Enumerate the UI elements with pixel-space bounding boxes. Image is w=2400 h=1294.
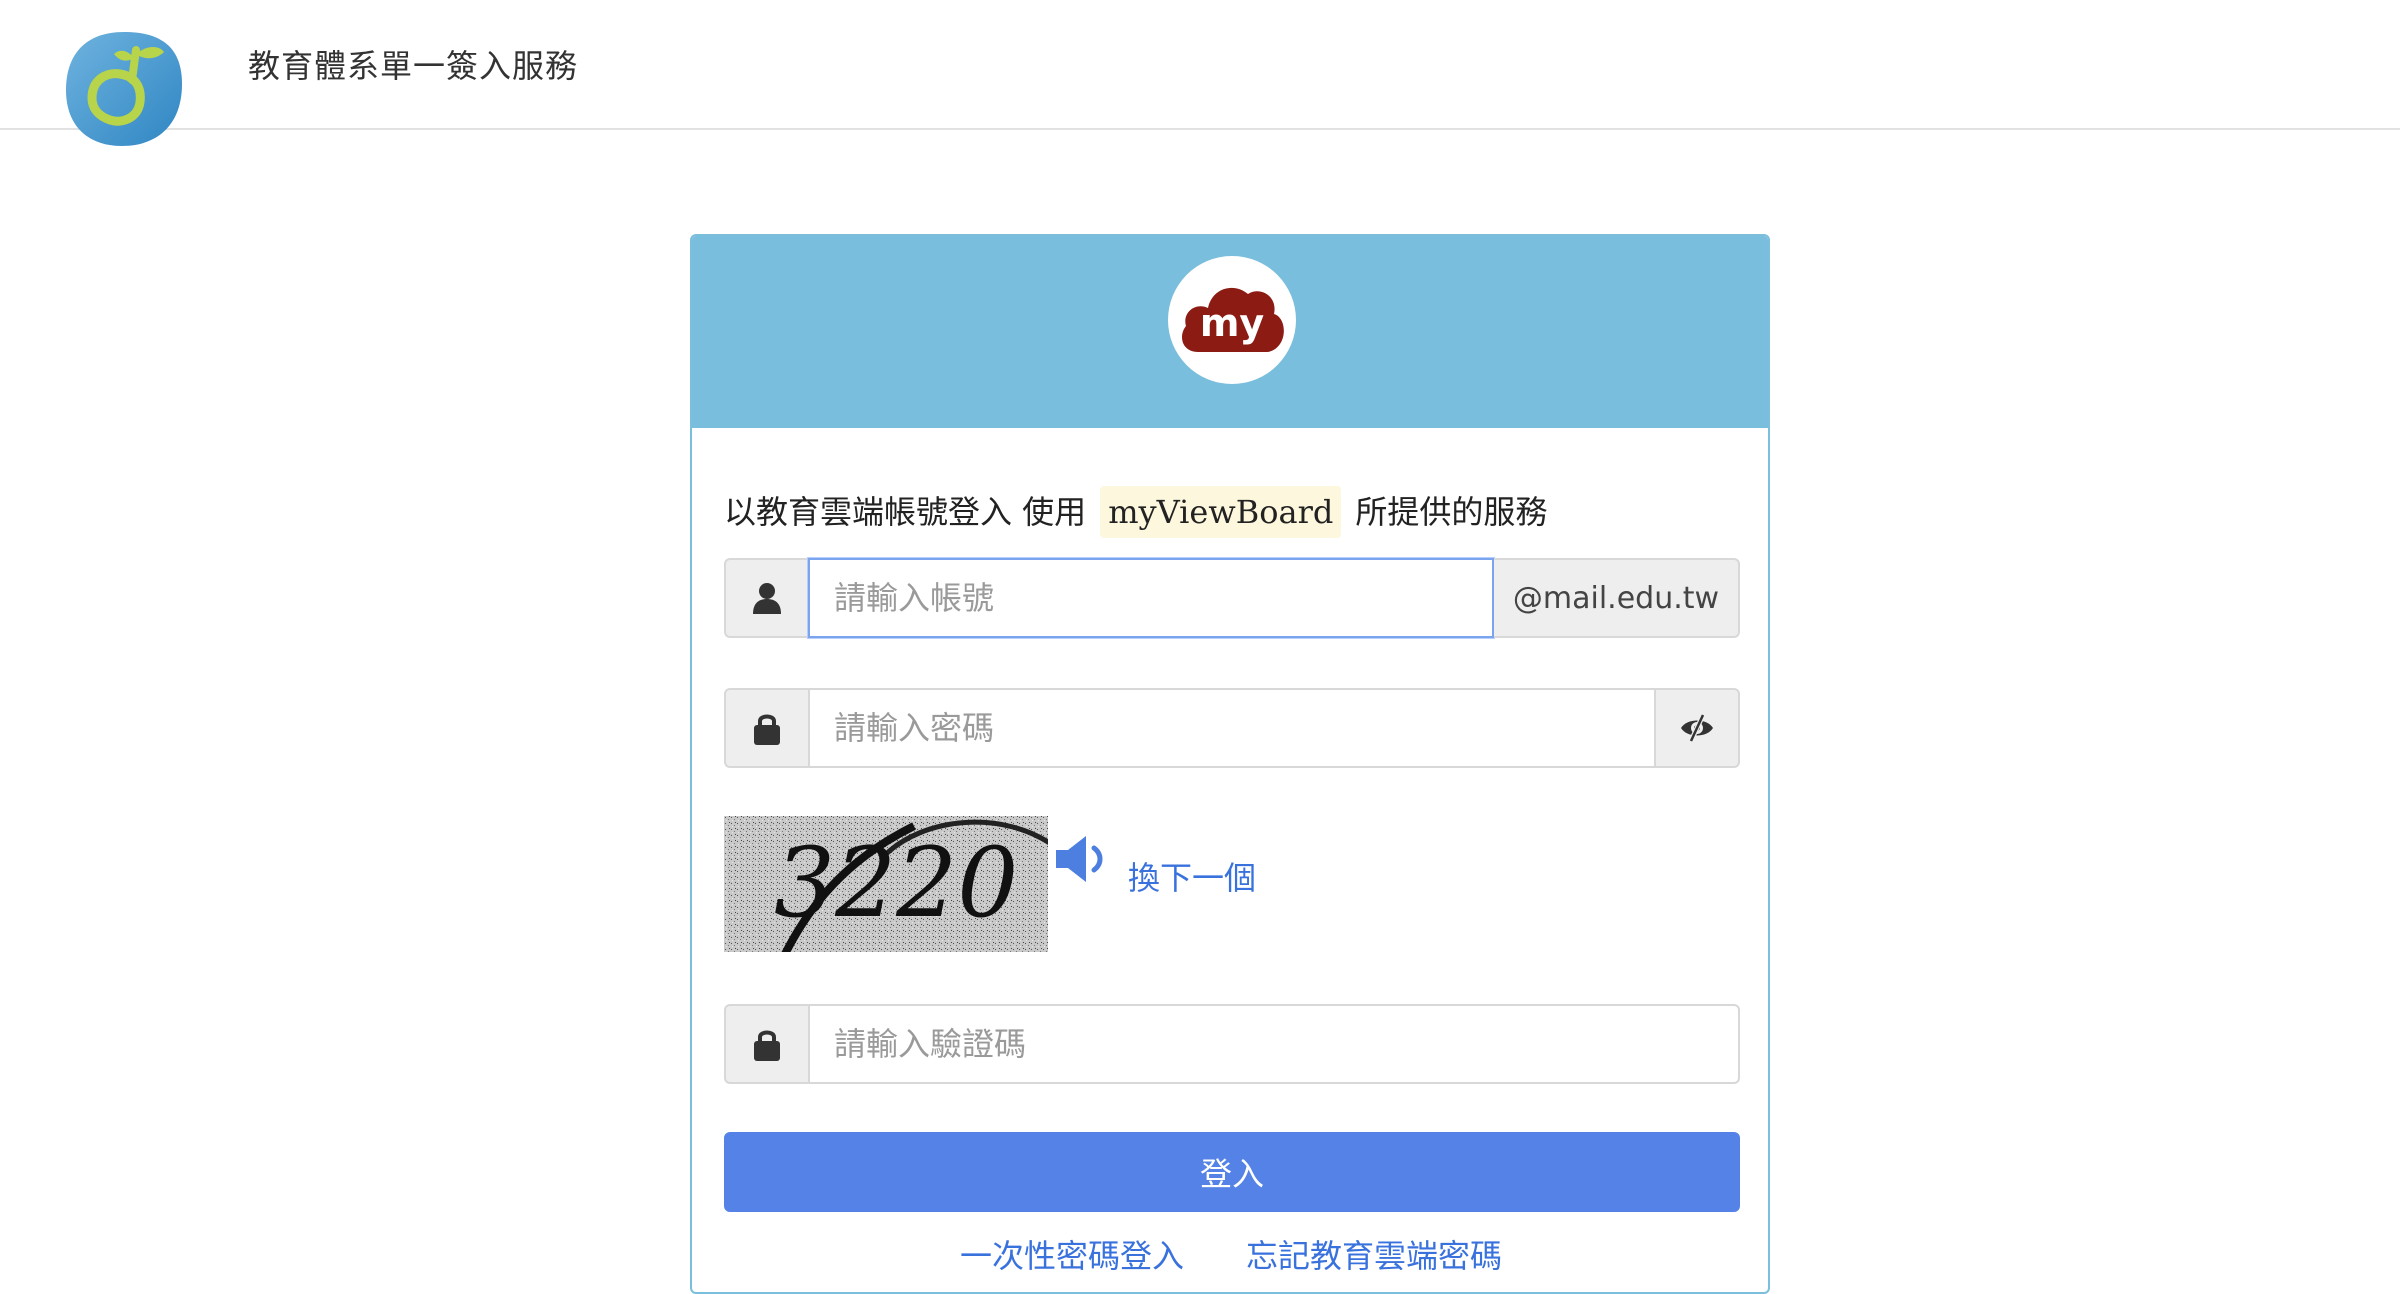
lock-icon: [724, 1004, 808, 1084]
login-button[interactable]: 登入: [724, 1132, 1740, 1212]
username-input[interactable]: [808, 558, 1494, 638]
captcha-image: 3220: [724, 816, 1048, 952]
eye-slash-icon[interactable]: [1679, 713, 1715, 743]
password-group: [724, 688, 1740, 768]
login-card: my 以教育雲端帳號登入 使用 myViewBoard 所提供的服務 @mail.e…: [690, 234, 1770, 1294]
lock-icon: [724, 688, 808, 768]
speaker-icon[interactable]: [1054, 834, 1108, 884]
top-header: 教育體系單一簽入服務: [0, 0, 2400, 146]
password-visibility-toggle[interactable]: [1656, 688, 1740, 768]
cloud-logo-icon: my: [1182, 287, 1284, 352]
password-input[interactable]: [808, 688, 1656, 768]
captcha-input-group: [724, 1004, 1740, 1084]
card-header: my: [692, 236, 1768, 428]
captcha-input[interactable]: [808, 1004, 1740, 1084]
captcha-text: 3220: [774, 827, 1018, 939]
intro-suffix: 所提供的服務: [1355, 493, 1548, 531]
intro-prefix: 以教育雲端帳號登入 使用: [724, 493, 1087, 531]
app-name-highlight: myViewBoard: [1100, 486, 1342, 538]
education-cloud-logo-icon[interactable]: [62, 28, 186, 150]
site-title: 教育體系單一簽入服務: [248, 47, 579, 85]
myviewboard-logo: my: [1168, 256, 1296, 384]
email-domain-suffix: @mail.edu.tw: [1494, 558, 1740, 638]
login-intro: 以教育雲端帳號登入 使用 myViewBoard 所提供的服務: [724, 486, 1547, 538]
otp-login-link[interactable]: 一次性密碼登入: [960, 1232, 1184, 1280]
username-group: @mail.edu.tw: [724, 558, 1740, 638]
refresh-captcha-link[interactable]: 換下一個: [1128, 854, 1256, 902]
forgot-password-link[interactable]: 忘記教育雲端密碼: [1246, 1232, 1502, 1280]
app-logo-text: my: [1200, 301, 1265, 345]
user-icon: [724, 558, 808, 638]
